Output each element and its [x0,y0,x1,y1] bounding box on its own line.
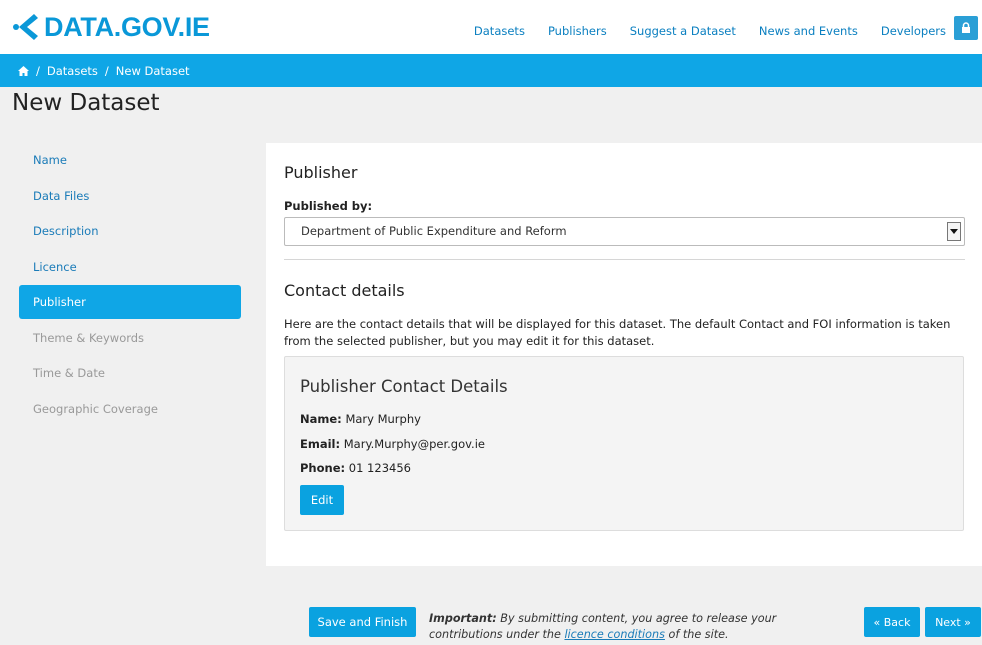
notice-text-2: of the site. [668,628,729,641]
contact-description: Here are the contact details that will b… [284,317,951,348]
breadcrumb-datasets[interactable]: Datasets [47,64,98,78]
nav-suggest-dataset[interactable]: Suggest a Dataset [630,24,736,38]
site-logo[interactable]: DATA.GOV.IE [12,11,210,43]
sidebar-item-licence[interactable]: Licence [19,250,241,284]
logo-text: DATA.GOV.IE [44,11,210,42]
sidebar-item-theme-keywords: Theme & Keywords [33,330,145,345]
lock-icon [962,22,970,33]
back-button[interactable]: « Back [864,607,920,637]
save-and-finish-button[interactable]: Save and Finish [309,607,416,637]
site-header: DATA.GOV.IE Datasets Publishers Suggest … [0,0,982,54]
contact-phone-value: 01 123456 [348,461,411,475]
form-panel: Publisher Published by: Department of Pu… [266,143,982,566]
sidebar-item-data-files[interactable]: Data Files [19,179,241,213]
breadcrumb-separator: / [104,63,109,78]
contact-email-value: Mary.Murphy@per.gov.ie [343,437,485,451]
step-sidebar: Name Data Files Description Licence Publ… [19,143,241,427]
sidebar-item-name[interactable]: Name [19,143,241,177]
publisher-heading: Publisher [284,163,358,182]
breadcrumb-separator: / [36,63,40,78]
contact-email-row: Email: Mary.Murphy@per.gov.ie [300,437,485,451]
publisher-contact-card: Publisher Contact Details Name: Mary Mur… [284,356,964,531]
contact-name-row: Name: Mary Murphy [300,412,421,426]
nav-developers[interactable]: Developers [881,24,946,38]
nav-datasets[interactable]: Datasets [474,24,525,38]
published-by-label: Published by: [284,199,373,213]
sidebar-item-time-date: Time & Date [33,366,105,380]
caret-down-icon[interactable] [947,222,961,241]
publisher-select[interactable]: Department of Public Expenditure and Ref… [284,217,965,246]
sidebar-item-description[interactable]: Description [19,214,241,248]
nav-publishers[interactable]: Publishers [548,24,607,38]
breadcrumb: / Datasets / New Dataset [0,54,982,87]
nav-news-events[interactable]: News and Events [759,24,858,38]
breadcrumb-new-dataset[interactable]: New Dataset [116,64,190,78]
logo-chevron-icon [13,14,38,40]
next-button[interactable]: Next » [925,607,981,637]
contact-phone-row: Phone: 01 123456 [300,461,411,475]
sidebar-item-publisher[interactable]: Publisher [19,285,241,319]
edit-contact-button[interactable]: Edit [300,485,344,515]
main-nav: Datasets Publishers Suggest a Dataset Ne… [474,24,946,38]
contact-email-label: Email: [300,437,341,451]
contact-name-label: Name: [300,412,342,426]
sidebar-item-geographic-coverage: Geographic Coverage [33,401,158,416]
contact-card-title: Publisher Contact Details [300,377,508,396]
login-button[interactable] [954,16,978,40]
contact-phone-label: Phone: [300,461,346,475]
licence-conditions-link[interactable]: licence conditions [564,628,665,641]
important-label: Important: [429,612,497,625]
publisher-select-value: Department of Public Expenditure and Ref… [301,224,567,238]
home-icon[interactable] [18,65,29,76]
submission-notice: Important: By submitting content, you ag… [429,611,809,643]
contact-name-value: Mary Murphy [345,412,421,426]
contact-heading: Contact details [284,281,405,300]
section-divider [284,259,965,260]
page-title: New Dataset [12,90,160,116]
